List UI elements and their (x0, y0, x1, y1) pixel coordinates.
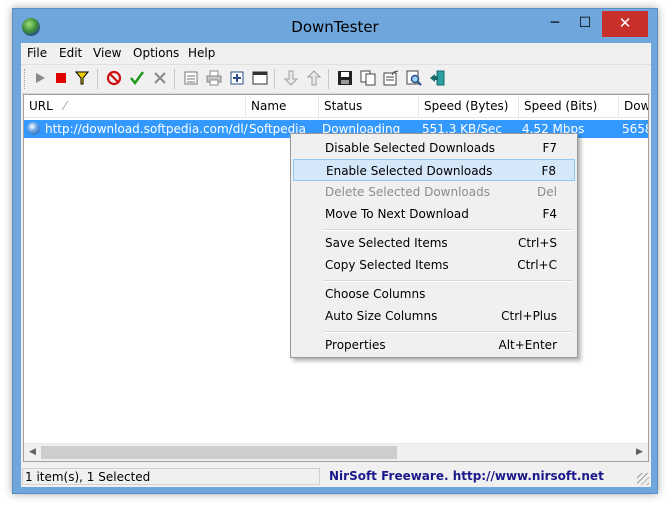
arrow-up-icon[interactable] (305, 69, 323, 87)
menu-options[interactable]: Options (133, 46, 179, 60)
menu-item-save-selected[interactable]: Save Selected Items Ctrl+S (293, 232, 575, 254)
column-speed-bytes[interactable]: Speed (Bytes) (419, 95, 519, 117)
menu-help[interactable]: Help (188, 46, 215, 60)
scroll-thumb[interactable] (41, 446, 397, 459)
menu-file[interactable]: File (27, 46, 47, 60)
nirsoft-link[interactable]: NirSoft Freeware. http://www.nirsoft.net (325, 468, 629, 485)
stop-icon[interactable] (52, 69, 70, 87)
toolbar-separator (328, 69, 329, 89)
maximize-button[interactable]: ☐ (570, 11, 600, 37)
column-url-label: URL (29, 99, 53, 113)
add-icon[interactable] (228, 69, 246, 87)
filter-icon[interactable] (73, 69, 91, 87)
sort-indicator-icon: ⁄ (64, 99, 67, 113)
toolbar-grip[interactable] (24, 69, 27, 89)
menu-separator (323, 229, 573, 231)
menu-item-auto-size-columns[interactable]: Auto Size Columns Ctrl+Plus (293, 305, 575, 327)
window-icon[interactable] (251, 69, 269, 87)
scroll-left-icon[interactable]: ◀ (24, 444, 41, 461)
toolbar-separator (97, 69, 98, 89)
column-speed-bits[interactable]: Speed (Bits) (519, 95, 619, 117)
check-icon[interactable] (128, 69, 146, 87)
title-bar[interactable]: DownTester ─ ☐ ✕ (13, 9, 657, 45)
exit-icon[interactable] (428, 69, 446, 87)
horizontal-scrollbar[interactable]: ◀ ▶ (24, 443, 648, 461)
column-status[interactable]: Status (319, 95, 419, 117)
print-icon[interactable] (205, 69, 223, 87)
list-icon[interactable] (182, 69, 200, 87)
status-bar: 1 item(s), 1 Selected NirSoft Freeware. … (21, 466, 651, 487)
menu-item-copy-selected[interactable]: Copy Selected Items Ctrl+C (293, 254, 575, 276)
column-url[interactable]: URL ⁄ (24, 95, 246, 117)
menu-separator (323, 331, 573, 333)
column-downloaded[interactable]: Dow (619, 95, 648, 117)
menu-item-move-next[interactable]: Move To Next Download F4 (293, 203, 575, 225)
menu-edit[interactable]: Edit (59, 46, 82, 60)
menu-separator (323, 280, 573, 282)
menu-bar: File Edit View Options Help (21, 43, 651, 63)
minimize-button[interactable]: ─ (540, 11, 570, 37)
menu-item-choose-columns[interactable]: Choose Columns (293, 283, 575, 305)
delete-icon[interactable] (151, 69, 169, 87)
arrow-down-icon[interactable] (282, 69, 300, 87)
menu-item-enable-downloads[interactable]: Enable Selected Downloads F8 (293, 159, 575, 181)
toolbar (21, 64, 651, 94)
menu-item-delete-downloads: Delete Selected Downloads Del (325, 185, 557, 199)
scroll-right-icon[interactable]: ▶ (631, 444, 648, 461)
cancel-icon[interactable] (105, 69, 123, 87)
menu-view[interactable]: View (93, 46, 121, 60)
properties-icon[interactable] (382, 69, 400, 87)
context-menu: Disable Selected Downloads F7 Enable Sel… (290, 133, 578, 358)
resize-grip-icon[interactable] (637, 473, 649, 485)
toolbar-separator (174, 69, 175, 89)
row-url: http://download.softpedia.com/dl/... (45, 122, 249, 136)
menu-item-disable-downloads[interactable]: Disable Selected Downloads F7 (293, 137, 575, 159)
save-icon[interactable] (336, 69, 354, 87)
column-header: URL ⁄ Name Status Speed (Bytes) Speed (B… (24, 95, 648, 118)
copy-icon[interactable] (359, 69, 377, 87)
find-icon[interactable] (405, 69, 423, 87)
menu-item-properties[interactable]: Properties Alt+Enter (293, 334, 575, 356)
row-downloaded: 5658 (622, 122, 648, 136)
toolbar-separator (274, 69, 275, 89)
play-icon[interactable] (31, 69, 49, 87)
close-button[interactable]: ✕ (602, 11, 648, 37)
column-name[interactable]: Name (246, 95, 319, 117)
url-globe-icon (27, 122, 40, 135)
status-item-count: 1 item(s), 1 Selected (22, 468, 320, 485)
